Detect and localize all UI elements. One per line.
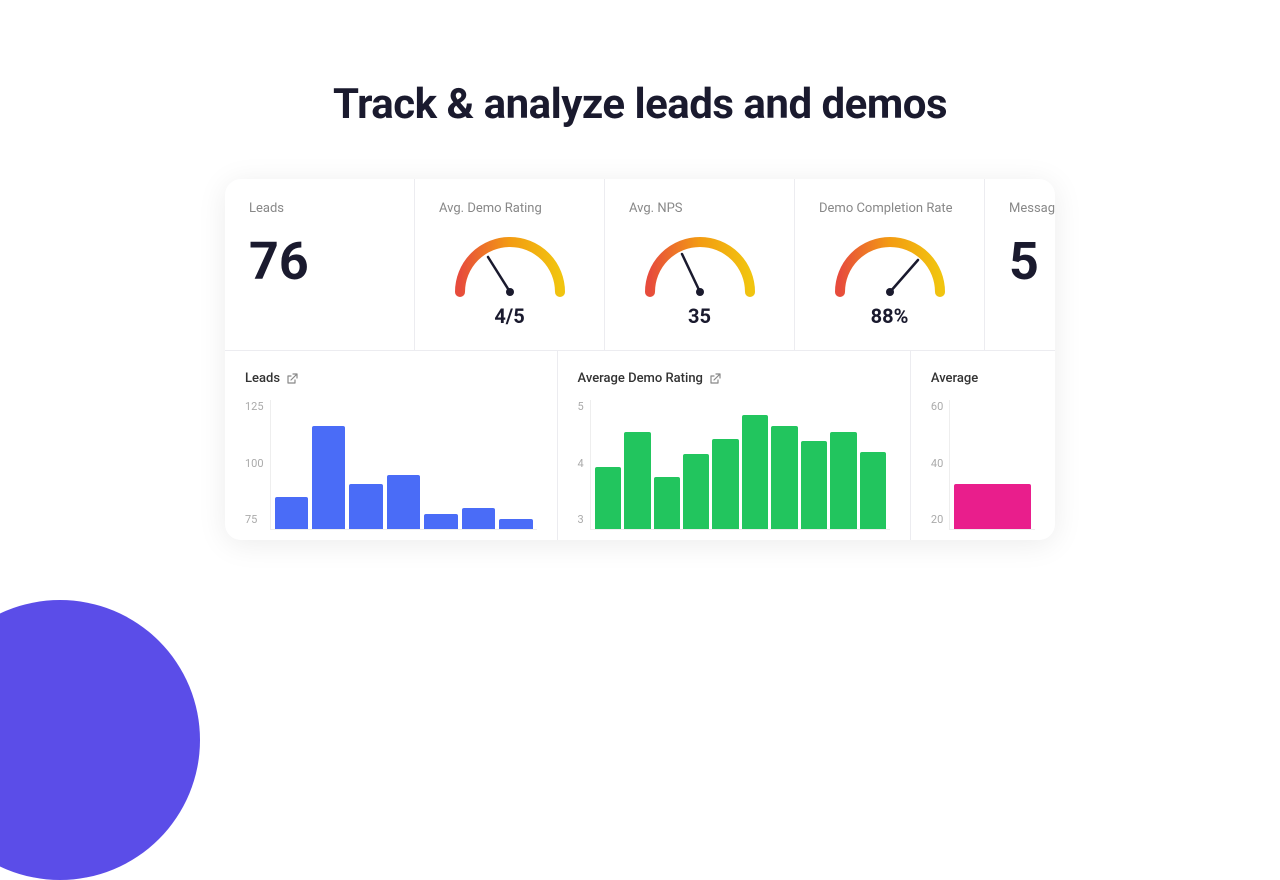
rating-bar-7: [771, 426, 797, 529]
leads-bar-7: [499, 519, 532, 529]
messages-value: 5: [1009, 236, 1031, 288]
average-partial-chart-title: Average: [931, 371, 1035, 386]
leads-bar-2: [312, 426, 345, 529]
leads-y-75: 75: [245, 513, 264, 526]
avg-demo-rating-chart-area: 5 4 3: [578, 400, 890, 530]
avg-partial-y-60: 60: [931, 400, 943, 413]
leads-metric-card: Leads 76: [225, 179, 415, 350]
avg-demo-rating-value: 4/5: [494, 304, 524, 328]
rating-bar-4: [683, 454, 709, 529]
messages-card-partial: Messag... 5: [985, 179, 1055, 350]
avg-rating-y-3: 3: [578, 513, 584, 526]
gauge-svg-completion: [830, 232, 950, 300]
avg-nps-label: Avg. NPS: [629, 201, 770, 216]
avg-nps-value: 35: [688, 304, 711, 328]
gauge-svg-nps: [640, 232, 760, 300]
rating-bar-9: [830, 432, 856, 529]
leads-value: 76: [249, 236, 390, 288]
avg-partial-y-40: 40: [931, 457, 943, 470]
leads-bar-6: [462, 508, 495, 529]
avg-demo-rating-gauge: 4/5: [439, 232, 580, 328]
avg-demo-rating-chart-title: Average Demo Rating: [578, 371, 890, 386]
messages-label: Messag...: [1009, 201, 1031, 216]
avg-demo-rating-card: Avg. Demo Rating: [415, 179, 605, 350]
demo-completion-label: Demo Completion Rate: [819, 201, 960, 216]
external-link-icon-leads: [286, 373, 298, 385]
avg-demo-rating-chart-panel: Average Demo Rating 5 4 3: [558, 351, 911, 540]
gauge-svg-demo: [450, 232, 570, 300]
rating-bar-8: [801, 441, 827, 529]
external-link-icon-avg: [709, 373, 721, 385]
rating-bar-5: [712, 439, 738, 529]
avg-rating-y-4: 4: [578, 457, 584, 470]
leads-chart-title: Leads: [245, 371, 537, 386]
dashboard-container: Leads 76 Avg. Demo Rating: [225, 179, 1055, 540]
demo-completion-value: 88%: [871, 304, 909, 328]
partial-bar-1: [954, 484, 1031, 529]
leads-chart-panel: Leads 125 100 75: [225, 351, 558, 540]
rating-bar-1: [595, 467, 621, 529]
demo-completion-gauge: 88%: [819, 232, 960, 328]
rating-bar-6: [742, 415, 768, 529]
average-partial-chart-panel: Average 60 40 20: [911, 351, 1055, 540]
page-content: Track & analyze leads and demos Leads 76…: [0, 0, 1280, 540]
leads-bar-5: [424, 514, 457, 529]
leads-bar-4: [387, 475, 420, 529]
leads-y-125: 125: [245, 400, 264, 413]
rating-bar-3: [654, 477, 680, 529]
demo-completion-card: Demo Completion Rate: [795, 179, 985, 350]
avg-nps-gauge: 35: [629, 232, 770, 328]
avg-nps-card: Avg. NPS: [605, 179, 795, 350]
avg-rating-y-5: 5: [578, 400, 584, 413]
rating-bar-2: [624, 432, 650, 529]
charts-row: Leads 125 100 75: [225, 351, 1055, 540]
leads-y-100: 100: [245, 457, 264, 470]
rating-bar-10: [860, 452, 886, 529]
avg-demo-rating-label: Avg. Demo Rating: [439, 201, 580, 216]
leads-bar-3: [349, 484, 382, 529]
metric-cards-row: Leads 76 Avg. Demo Rating: [225, 179, 1055, 351]
leads-chart-area: 125 100 75: [245, 400, 537, 530]
page-title: Track & analyze leads and demos: [333, 80, 947, 129]
avg-partial-y-20: 20: [931, 513, 943, 526]
background-decoration: [0, 600, 200, 880]
average-partial-chart-area: 60 40 20: [931, 400, 1035, 530]
leads-bar-1: [275, 497, 308, 529]
leads-label: Leads: [249, 201, 390, 216]
